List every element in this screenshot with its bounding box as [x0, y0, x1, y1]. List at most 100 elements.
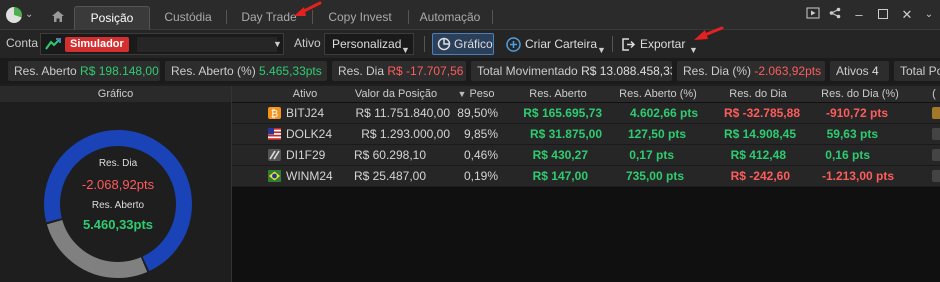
col-peso-label: Peso: [469, 88, 495, 100]
home-icon[interactable]: [44, 6, 72, 26]
cell-peso: 0,46%: [463, 148, 498, 162]
positions-table: Ativo Valor da Posição ▼ Peso Res. Abert…: [231, 86, 940, 282]
chevron-down-icon: ▼: [401, 45, 410, 55]
cell-res-dia: R$ 14.908,45: [723, 127, 796, 141]
table-row[interactable]: ₿ BITJ24 R$ 11.751.840,00 89,50% R$ 165.…: [232, 103, 940, 124]
exportar-label: Exportar: [640, 37, 686, 51]
status-indicator: [932, 128, 940, 140]
stat-label: Total Po: [900, 64, 940, 78]
ativo-select[interactable]: Personalizad ▼: [324, 33, 414, 55]
cell-ativo: BITJ24: [286, 106, 325, 120]
cell-valor: R$ 25.487,00: [353, 169, 426, 183]
criar-carteira-button[interactable]: Criar Carteira ▼: [503, 33, 607, 55]
title-bar: ⌄ Posição Custódia Day Trade Copy Invest…: [0, 0, 940, 30]
col-res-aberto-pct[interactable]: Res. Aberto (%): [608, 86, 708, 102]
chevron-down-icon[interactable]: ⌄: [25, 9, 33, 20]
toolbar: Conta Simulador ▼ Ativo Personalizad ▼ G…: [0, 26, 940, 58]
col-more[interactable]: (: [928, 86, 940, 102]
tab-divider: [492, 10, 493, 24]
table-row[interactable]: DOLK24 R$ 1.293.000,00 9,85% R$ 31.875,0…: [232, 124, 940, 145]
app-window: ⌄ Posição Custódia Day Trade Copy Invest…: [0, 0, 940, 282]
criar-carteira-label: Criar Carteira: [525, 37, 598, 51]
cell-res-dia-pct: -910,72 pts: [825, 106, 888, 120]
stat-value: R$ 198.148,00: [80, 64, 159, 78]
trend-icon: [45, 38, 61, 50]
res-dia-value: -2.068,92pts: [81, 177, 155, 192]
col-peso[interactable]: ▼ Peso: [446, 86, 506, 102]
chevron-down-icon[interactable]: ⌄: [920, 6, 938, 24]
status-indicator: [932, 107, 940, 119]
stat-value: R$ -17.707,56: [387, 64, 464, 78]
stat-label: Res. Dia: [338, 64, 385, 78]
cell-ativo: DI1F29: [286, 148, 326, 162]
app-logo-icon[interactable]: [6, 7, 22, 23]
stat-res-aberto-pct: Res. Aberto (%) 5.465,33pts: [165, 61, 327, 81]
account-name-redacted: [137, 37, 277, 52]
divider: [424, 36, 425, 52]
minimize-icon[interactable]: –: [850, 6, 868, 24]
stat-value: R$ 13.088.458,33: [581, 64, 672, 78]
cell-peso: 89,50%: [457, 106, 498, 120]
tab-posicao[interactable]: Posição: [74, 6, 150, 30]
stat-total-posicao: Total Po: [894, 61, 940, 81]
col-res-dia[interactable]: Res. do Dia: [708, 86, 808, 102]
cell-ativo: DOLK24: [286, 127, 333, 141]
ativo-label: Ativo: [294, 36, 321, 50]
chart-header: Gráfico: [0, 86, 231, 102]
cell-res-dia-pct: -1.213,00 pts: [821, 169, 894, 183]
tab-custodia[interactable]: Custódia: [152, 6, 224, 30]
grafico-button[interactable]: Gráfico: [432, 33, 494, 55]
col-res-dia-pct[interactable]: Res. do Dia (%): [808, 86, 912, 102]
cell-res-dia: R$ -32.785,88: [723, 106, 800, 120]
close-icon[interactable]: ✕: [898, 6, 916, 24]
cell-valor: R$ 60.298,10: [353, 148, 426, 162]
chart-panel: Gráfico Res. Dia -2.068,92pts Res. Abert…: [0, 86, 231, 282]
tab-divider: [408, 10, 409, 24]
di-icon: [268, 149, 281, 161]
maximize-icon[interactable]: [874, 6, 892, 24]
col-valor-posicao[interactable]: Valor da Posição: [336, 86, 456, 102]
media-icon[interactable]: [804, 6, 822, 24]
stat-label: Ativos: [836, 64, 869, 78]
status-indicator: [932, 149, 940, 161]
account-select[interactable]: Simulador ▼: [40, 33, 284, 55]
us-flag-icon: [268, 128, 281, 140]
tab-automacao[interactable]: Automação: [410, 6, 490, 30]
stat-value: -2.063,92pts: [754, 64, 822, 78]
table-header: Ativo Valor da Posição ▼ Peso Res. Abert…: [232, 86, 940, 102]
col-ativo[interactable]: Ativo: [280, 86, 330, 102]
table-row[interactable]: WINM24 R$ 25.487,00 0,19% R$ 147,00 735,…: [232, 166, 940, 187]
cell-res-dia-pct: 59,63 pts: [826, 127, 878, 141]
stat-ativos: Ativos 4: [830, 61, 889, 81]
chart-pie-icon: [437, 37, 451, 51]
cell-res-dia-pct: 0,16 pts: [825, 148, 870, 162]
status-indicator: [932, 170, 940, 182]
simulador-badge: Simulador: [65, 37, 129, 52]
stat-value: 5.465,33pts: [259, 64, 322, 78]
cell-valor: R$ 11.751.840,00: [355, 106, 450, 120]
plus-circle-icon: [506, 37, 521, 52]
share-icon[interactable]: [826, 6, 844, 24]
col-res-aberto[interactable]: Res. Aberto: [508, 86, 608, 102]
cell-valor: R$ 1.293.000,00: [361, 127, 450, 141]
tab-divider: [226, 10, 227, 24]
cell-res-dia: R$ 412,48: [730, 148, 786, 162]
ativo-select-value: Personalizad: [332, 37, 402, 51]
cell-res-aberto: R$ 31.875,00: [529, 127, 602, 141]
conta-label: Conta: [6, 36, 39, 50]
table-row[interactable]: DI1F29 R$ 60.298,10 0,46% R$ 430,27 0,17…: [232, 145, 940, 166]
stat-label: Total Movimentado: [477, 64, 578, 78]
stat-label: Res. Dia (%): [683, 64, 752, 78]
cell-res-aberto: R$ 430,27: [532, 148, 588, 162]
chevron-down-icon: ▼: [597, 45, 606, 55]
stat-value: 4: [872, 64, 879, 78]
annotation-arrow-icon: [294, 1, 322, 16]
cell-res-aberto: R$ 165.695,73: [523, 106, 602, 120]
annotation-arrow-icon: [694, 26, 724, 40]
res-dia-label: Res. Dia: [98, 158, 138, 169]
summary-bar: Res. Aberto R$ 198.148,00 Res. Aberto (%…: [0, 58, 940, 84]
stat-label: Res. Aberto: [14, 64, 77, 78]
chevron-down-icon: ▼: [273, 39, 282, 49]
stat-total-movimentado: Total Movimentado R$ 13.088.458,33: [471, 61, 672, 81]
cell-res-aberto-pct: 735,00 pts: [625, 169, 684, 183]
